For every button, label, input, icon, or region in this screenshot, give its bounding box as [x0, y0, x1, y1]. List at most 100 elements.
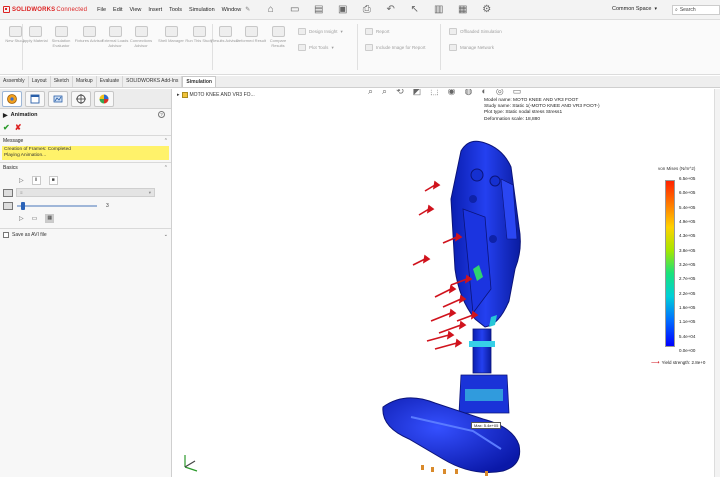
property-manager-panel: ▶ Animation ? ✔ ✘ Message ⌃ Creation of …	[0, 89, 172, 477]
save-avi-checkbox[interactable]	[3, 231, 9, 238]
pin-icon[interactable]: ✎	[245, 6, 250, 13]
design-insight-button[interactable]: Design Insight ▾	[298, 28, 343, 35]
tab-layout[interactable]: Layout	[29, 76, 51, 87]
print-icon[interactable]: ⎙	[360, 4, 373, 15]
frames-icon	[3, 188, 13, 197]
new-document-icon[interactable]: ▭	[288, 4, 301, 15]
compare-results-button[interactable]: Compare Results	[263, 26, 293, 48]
apply-material-label: Apply Material	[22, 38, 48, 43]
space-label: Common Space	[612, 6, 652, 12]
speed-slider-thumb[interactable]	[20, 201, 25, 210]
undo-icon[interactable]: ↶	[384, 4, 397, 15]
shell-manager-label: Shell Manager	[158, 38, 184, 43]
frames-grid-icon[interactable]: ▦	[45, 213, 55, 223]
message-header-label: Message	[3, 137, 24, 144]
simulation-evaluator-button[interactable]: Simulation Evaluator	[46, 26, 76, 48]
cancel-x-icon[interactable]: ✘	[15, 123, 22, 132]
message-box: Creation of Frames: Completed Playing An…	[2, 146, 169, 160]
shell-manager-icon	[164, 26, 178, 37]
fixtures-advisor-label: Fixtures Advisor	[74, 38, 104, 43]
menu-window[interactable]: Window	[222, 7, 242, 13]
feature-tree-icon	[7, 93, 17, 104]
app-logo[interactable]: SOLIDWORKS Connected	[3, 6, 87, 13]
speed-value: 3	[106, 202, 109, 209]
play-reverse-icon[interactable]: ▷	[19, 215, 24, 222]
configuration-manager-tab[interactable]	[48, 90, 68, 107]
playback-controls: ▷ Ⅱ ■	[3, 174, 168, 186]
menu-bar: File Edit View Insert Tools Simulation W…	[97, 7, 241, 13]
task-pane-strip[interactable]	[714, 89, 720, 477]
legend-tick-label: 5.4e+05	[679, 204, 696, 210]
configuration-icon	[53, 95, 63, 102]
save-avi-label: Save as AVI file	[12, 231, 47, 238]
plot-tools-button[interactable]: Plot Tools ▾	[298, 44, 334, 51]
stop-button[interactable]: ■	[48, 175, 58, 185]
menu-file[interactable]: File	[97, 7, 106, 13]
animation-mode-dropdown[interactable]: ≡ ▾	[16, 188, 155, 197]
tab-assembly[interactable]: Assembly	[0, 76, 29, 87]
deformed-result-button[interactable]: Deformed Result	[236, 26, 266, 44]
tab-markup[interactable]: Markup	[73, 76, 97, 87]
extra-controls: ▷ ▭ ▦	[3, 212, 168, 224]
open-icon[interactable]: ▤	[312, 4, 325, 15]
dimxpert-manager-tab[interactable]	[71, 90, 91, 107]
shell-manager-button[interactable]: Shell Manager	[156, 26, 186, 44]
help-button[interactable]: ?	[158, 111, 165, 118]
basics-section-header[interactable]: Basics ⌃	[0, 162, 171, 172]
design-insight-icon	[298, 28, 306, 35]
file-properties-icon[interactable]: ▦	[456, 4, 469, 15]
ribbon-divider	[440, 24, 441, 70]
manage-network-label: Manage Network	[460, 45, 495, 50]
display-manager-tab[interactable]	[94, 90, 114, 107]
rebuild-icon[interactable]: ▥	[432, 4, 445, 15]
graphics-area[interactable]: ▸ MOTO KNEE AND VR3 FO... ⌕ ⌕ ⟲ ◩ ⬚ ◉ ◍ …	[173, 89, 720, 477]
prosthetic-knee-model[interactable]	[173, 89, 720, 477]
tab-sketch[interactable]: Sketch	[51, 76, 73, 87]
property-sheet-icon	[30, 94, 40, 103]
crosshair-icon	[76, 93, 86, 104]
options-gear-icon[interactable]: ⚙	[480, 4, 493, 15]
report-button[interactable]: Report	[365, 28, 390, 35]
ok-check-icon[interactable]: ✔	[3, 123, 10, 132]
space-dropdown[interactable]: Common Space ▾	[612, 6, 657, 12]
chevron-down-icon[interactable]: ⌄	[164, 232, 168, 238]
property-manager-tab[interactable]	[25, 90, 45, 107]
play-button[interactable]: ▷	[19, 177, 24, 184]
select-icon[interactable]: ↖	[408, 4, 421, 15]
message-section-header[interactable]: Message ⌃	[0, 135, 171, 145]
manage-network-button[interactable]: Manage Network	[449, 44, 494, 51]
menu-tools[interactable]: Tools	[169, 7, 182, 13]
include-image-button[interactable]: Include Image for Report	[365, 44, 426, 51]
search-input[interactable]: ⌕ Search	[672, 5, 720, 15]
deformed-result-label: Deformed Result	[236, 38, 267, 43]
tab-simulation[interactable]: Simulation	[182, 76, 216, 87]
tab-evaluate[interactable]: Evaluate	[97, 76, 124, 87]
chevron-down-icon: ▾	[331, 44, 334, 50]
speed-slider[interactable]	[17, 201, 97, 210]
manager-tabs	[0, 89, 171, 109]
tab-solidworks-add-ins[interactable]: SOLIDWORKS Add-Ins	[123, 76, 183, 87]
stress-legend-colorbar	[665, 180, 675, 347]
pause-button[interactable]: Ⅱ	[31, 175, 41, 185]
speed-slider-row: 3	[3, 199, 168, 212]
evaluator-icon	[54, 26, 68, 37]
menu-insert[interactable]: Insert	[148, 7, 162, 13]
menu-edit[interactable]: Edit	[113, 7, 122, 13]
home-icon[interactable]: ⌂	[264, 4, 277, 15]
offloaded-simulation-button[interactable]: Offloaded Simulation	[449, 28, 502, 35]
loop-icon[interactable]: ▭	[32, 215, 38, 222]
chevron-up-icon: ⌃	[163, 137, 168, 144]
message-line: Playing Animation...	[4, 153, 47, 158]
menu-simulation[interactable]: Simulation	[189, 7, 215, 13]
offloaded-simulation-icon	[449, 28, 457, 35]
menu-view[interactable]: View	[130, 7, 142, 13]
legend-tick-label: 1.6e+05	[679, 305, 696, 310]
save-icon[interactable]: ▣	[336, 4, 349, 15]
chevron-down-icon: ▾	[340, 28, 343, 34]
connections-advisor-button[interactable]: Connections Advisor	[126, 26, 156, 48]
design-insight-label: Design Insight	[309, 29, 338, 34]
feature-manager-tab[interactable]	[2, 90, 22, 107]
connections-icon	[134, 26, 148, 37]
pylon-clamp	[469, 341, 495, 347]
command-tabs: Assembly Layout Sketch Markup Evaluate S…	[0, 76, 720, 88]
